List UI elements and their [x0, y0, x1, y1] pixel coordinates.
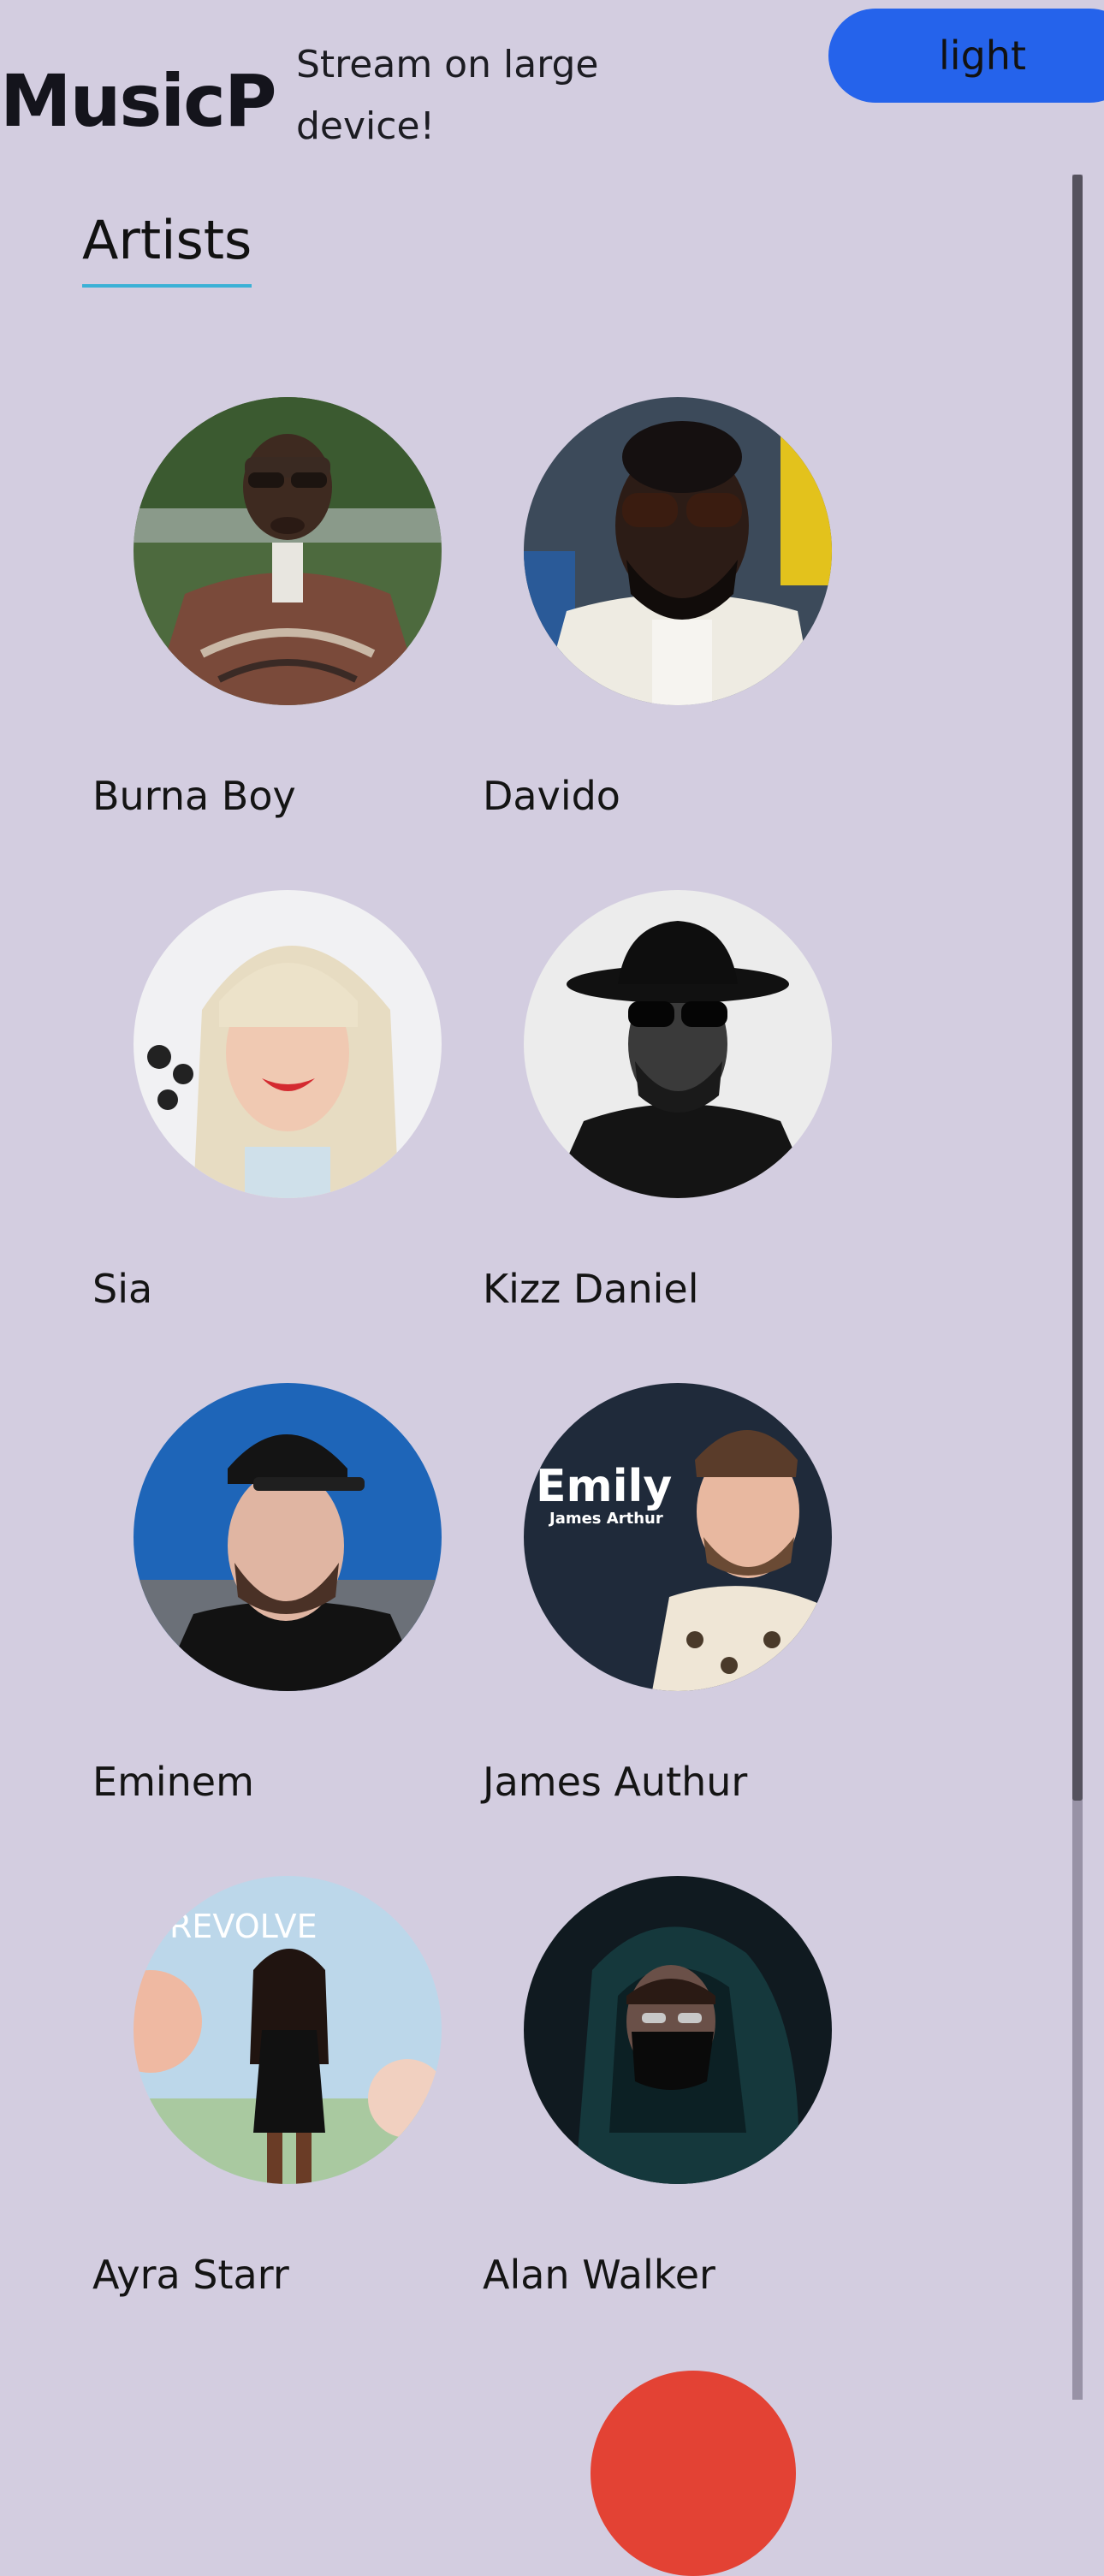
- artist-photo[interactable]: [134, 1383, 442, 1691]
- artist-photo[interactable]: [524, 1876, 832, 2184]
- artist-card-sia[interactable]: Sia: [92, 890, 452, 1335]
- artist-photo[interactable]: REVOLVE: [134, 1876, 442, 2184]
- artist-name: Alan Walker: [483, 2252, 715, 2298]
- artist-card-james-authur[interactable]: Emily James Arthur James Authur: [483, 1383, 842, 1828]
- poster-title-text: Emily: [536, 1461, 672, 1512]
- artist-card-ayra-starr[interactable]: REVOLVE Ayra Starr: [92, 1876, 452, 2321]
- artist-photo-image: [524, 1876, 832, 2184]
- artist-photo[interactable]: [134, 397, 442, 705]
- poster-subtitle-text: James Arthur: [548, 1510, 663, 1528]
- artist-name: Ayra Starr: [92, 2252, 289, 2298]
- artist-card-davido[interactable]: Davido: [483, 397, 842, 842]
- artist-photo-image: Emily James Arthur: [524, 1383, 832, 1691]
- artist-photo[interactable]: [524, 397, 832, 705]
- artist-photo-image: [134, 1383, 442, 1691]
- artist-photo[interactable]: [524, 890, 832, 1198]
- artist-grid: Burna Boy Davido Sia Kizz Daniel Eminem …: [0, 0, 1104, 2393]
- play-fab-button[interactable]: [591, 2371, 796, 2576]
- artist-photo-image: [134, 890, 442, 1198]
- artist-photo-image: [524, 890, 832, 1198]
- artist-photo-image: REVOLVE: [134, 1876, 442, 2184]
- artist-name: Kizz Daniel: [483, 1266, 699, 1312]
- artist-photo[interactable]: [134, 890, 442, 1198]
- backdrop-text: REVOLVE: [169, 1908, 318, 1945]
- artist-photo-image: [134, 397, 442, 705]
- artist-card-eminem[interactable]: Eminem: [92, 1383, 452, 1828]
- artist-card-alan-walker[interactable]: Alan Walker: [483, 1876, 842, 2321]
- scrollbar-thumb[interactable]: [1072, 175, 1083, 1801]
- artist-card-burna-boy[interactable]: Burna Boy: [92, 397, 452, 842]
- artist-name: Davido: [483, 773, 620, 819]
- artist-card-kizz-daniel[interactable]: Kizz Daniel: [483, 890, 842, 1335]
- artist-name: James Authur: [483, 1759, 748, 1805]
- artist-name: Eminem: [92, 1759, 254, 1805]
- artist-photo-image: [524, 397, 832, 705]
- artist-photo[interactable]: Emily James Arthur: [524, 1383, 832, 1691]
- artist-name: Sia: [92, 1266, 153, 1312]
- artist-name: Burna Boy: [92, 773, 296, 819]
